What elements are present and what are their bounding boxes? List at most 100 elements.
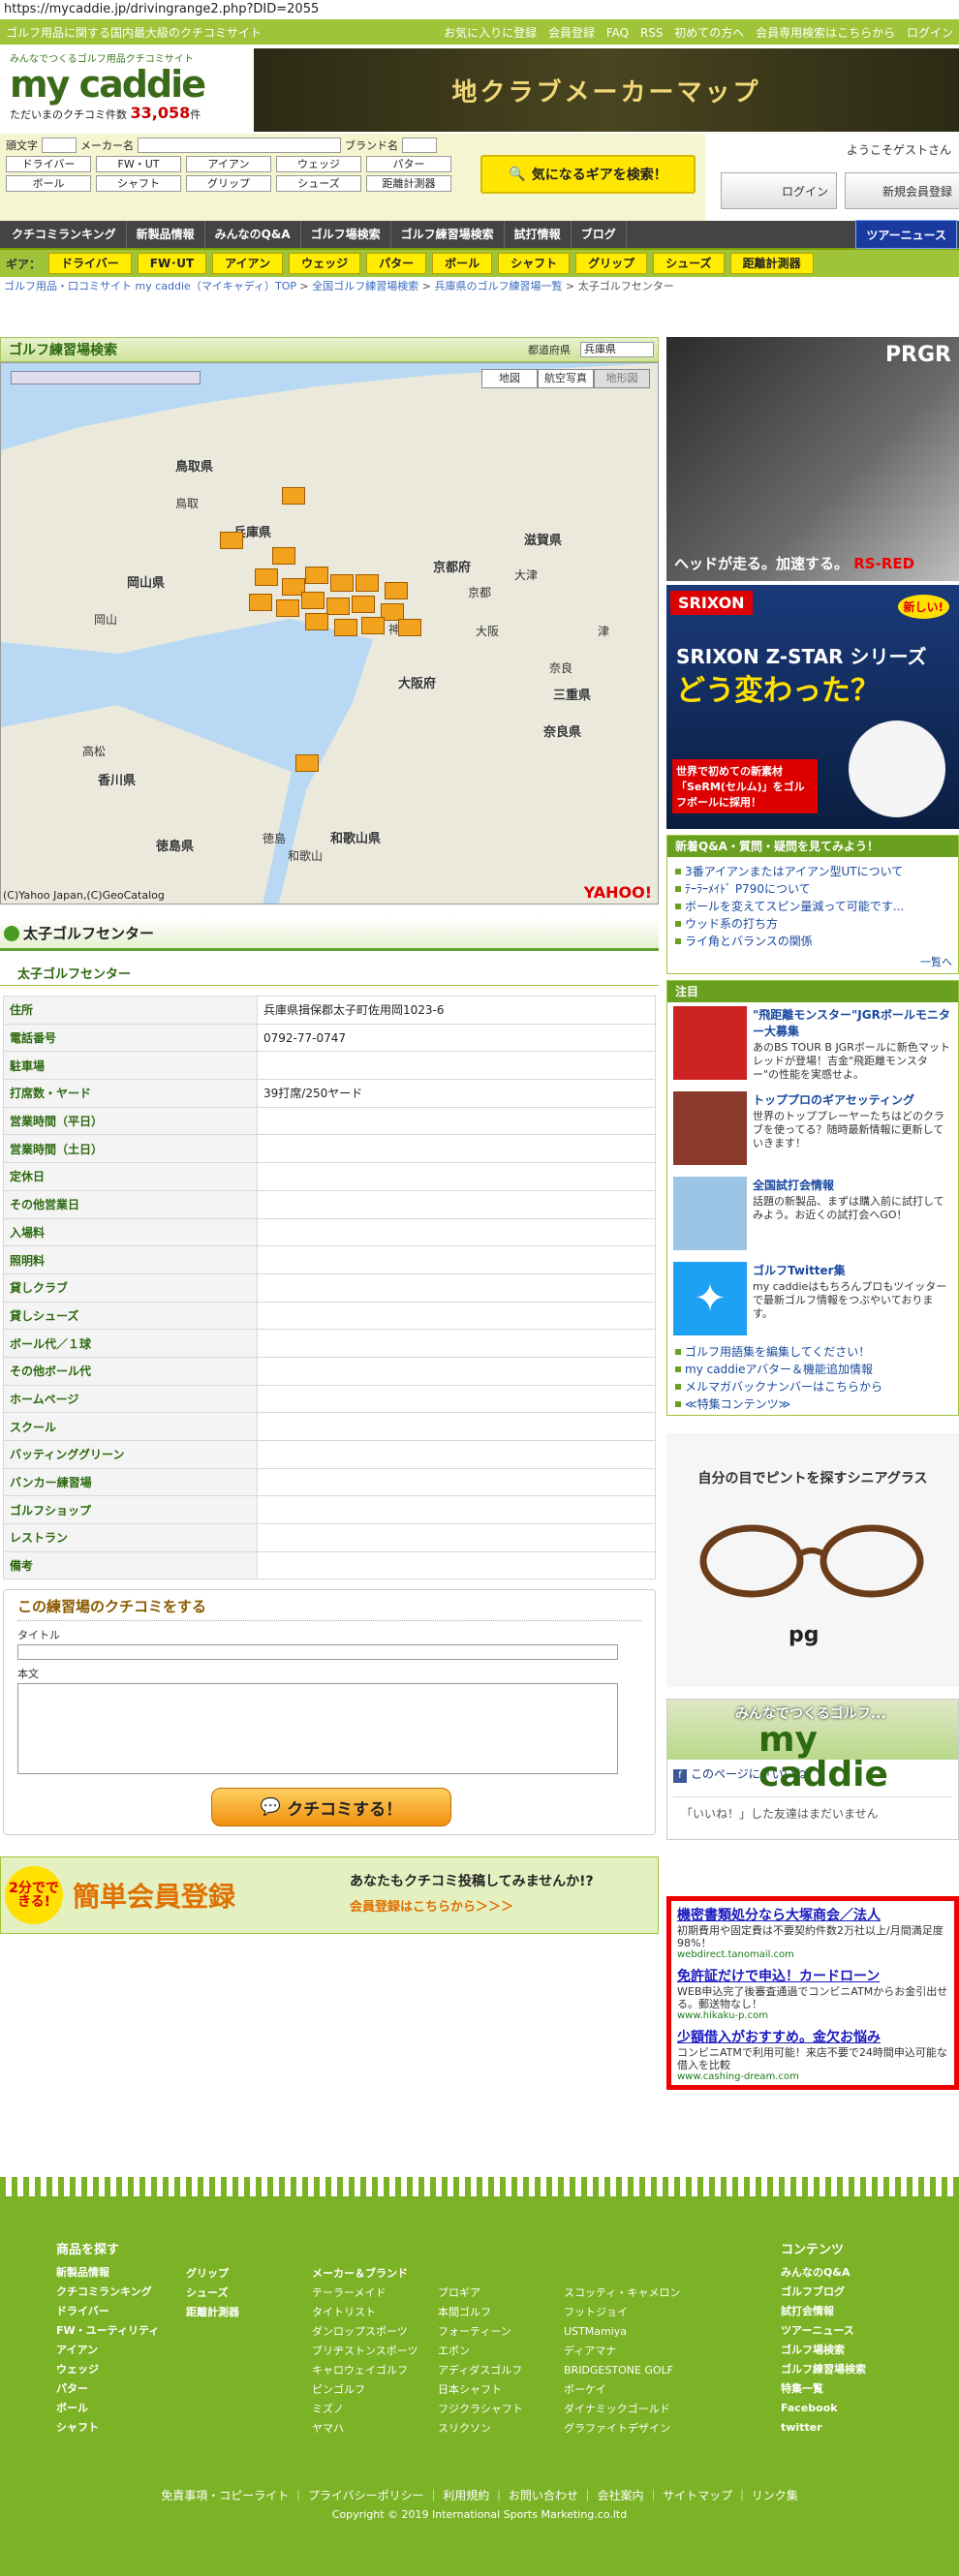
map-type-terrain[interactable]: 地形図 (594, 369, 650, 388)
map-marker[interactable] (301, 592, 325, 609)
submit-review-button[interactable]: 💬 クチコミする！ (211, 1788, 451, 1827)
footer-goods-link[interactable]: グリップ (186, 2264, 239, 2284)
footer-maker-link[interactable]: グラファイトデザイン (564, 2419, 699, 2438)
footer-maker-link[interactable]: スコッティ・キャメロン (564, 2284, 699, 2303)
add-favorite-link[interactable]: お気に入りに登録 (444, 26, 537, 40)
gear-shaft[interactable]: シャフト (498, 253, 571, 274)
footer-maker-link[interactable]: BRIDGESTONE GOLF (564, 2361, 699, 2380)
search-rangefinder-button[interactable]: 距離計測器 (366, 175, 451, 192)
map-marker[interactable] (272, 547, 295, 565)
nav-review-ranking[interactable]: クチコミランキング (2, 220, 127, 249)
footer-contents-link[interactable]: ツアーニュース (781, 2321, 866, 2341)
nav-course-search[interactable]: ゴルフ場検索 (301, 220, 391, 249)
side-link[interactable]: ゴルフ用語集を編集してください！ (675, 1343, 950, 1361)
text-ad-url[interactable]: webdirect.tanomail.com (677, 1949, 948, 1960)
breadcrumb-top[interactable]: ゴルフ用品・口コミサイト my caddie（マイキャディ）TOP (4, 280, 296, 292)
footer-maker-link[interactable]: スリクソン (438, 2419, 564, 2438)
map-marker[interactable] (326, 598, 350, 615)
gear-rangefinder[interactable]: 距離計測器 (729, 253, 814, 274)
footer-contents-link[interactable]: ゴルフ練習場検索 (781, 2360, 866, 2379)
text-ad[interactable]: 機密書類処分なら大塚商会／法人 初期費用や固定費は不要契約件数2万社以上/月間満足… (677, 1905, 948, 1960)
footer-maker-link[interactable]: フットジョイ (564, 2303, 699, 2322)
map-marker[interactable] (295, 754, 319, 772)
footer-links[interactable]: 免責事項・コピーライト ｜ プライバシーポリシー ｜ 利用規約 ｜ お問い合わせ… (0, 2487, 959, 2503)
footer-maker-title[interactable]: メーカー＆ブランド (312, 2264, 699, 2284)
footer-maker-link[interactable]: ディアマナ (564, 2342, 699, 2361)
featured-item[interactable]: トッププロのギアセッティング 世界のトッププレーヤーたちはどのクラブを使ってる？随… (667, 1088, 958, 1173)
map-marker[interactable] (334, 619, 357, 636)
register-banner[interactable]: 2分でできる! 簡単会員登録 あなたもクチコミ投稿してみませんか!? 会員登録は… (0, 1856, 659, 1935)
search-wedge-button[interactable]: ウェッジ (276, 156, 361, 172)
gear-iron[interactable]: アイアン (212, 253, 284, 274)
search-shaft-button[interactable]: シャフト (96, 175, 181, 192)
search-fwut-button[interactable]: FW・UT (96, 156, 181, 172)
map-marker[interactable] (282, 487, 305, 505)
gear-grip[interactable]: グリップ (575, 253, 648, 274)
text-ad[interactable]: 免許証だけで申込！カードローン WEB申込完了後審査通過でコンビニATMからお金引… (677, 1966, 948, 2021)
gear-wedge[interactable]: ウェッジ (289, 253, 361, 274)
review-title-input[interactable] (17, 1644, 618, 1661)
qa-item[interactable]: ﾃｰﾗｰﾒｲﾄﾞ P790について (675, 880, 950, 898)
footer-contents-link[interactable]: 試打会情報 (781, 2302, 866, 2321)
site-logo[interactable]: みんなでつくるゴルフ用品クチコミサイト my caddie ただいまのクチコミ件… (0, 45, 252, 134)
map-marker[interactable] (352, 596, 375, 613)
footer-maker-link[interactable]: ブリヂストンスポーツ (312, 2342, 438, 2361)
breadcrumb-range-search[interactable]: 全国ゴルフ練習場検索 (312, 280, 418, 292)
nav-range-search[interactable]: ゴルフ練習場検索 (391, 220, 505, 249)
address-bar[interactable]: https://mycaddie.jp/drivingrange2.php?DI… (0, 0, 959, 19)
search-shoes-button[interactable]: シューズ (276, 175, 361, 192)
review-body-textarea[interactable] (17, 1683, 618, 1775)
footer-contents-link[interactable]: 特集一覧 (781, 2379, 866, 2399)
footer-goods-link[interactable]: クチコミランキング (56, 2283, 159, 2302)
side-link[interactable]: my caddieアバター＆機能追加情報 (675, 1361, 950, 1378)
maker-select[interactable] (138, 138, 341, 153)
side-link[interactable]: メルマガバックナンバーはこちらから (675, 1378, 950, 1395)
footer-maker-link[interactable]: USTMamiya (564, 2322, 699, 2342)
footer-maker-link[interactable]: ダンロップスポーツ (312, 2322, 438, 2342)
footer-contents-link[interactable]: Facebook (781, 2399, 866, 2418)
member-register-link[interactable]: 会員登録 (548, 26, 595, 40)
footer-maker-link[interactable]: タイトリスト (312, 2303, 438, 2322)
nav-new-products[interactable]: 新製品情報 (127, 220, 205, 249)
qa-item[interactable]: ウッド系の打ち方 (675, 915, 950, 933)
footer-maker-link[interactable]: キャロウェイゴルフ (312, 2361, 438, 2380)
footer-goods-link[interactable]: 新製品情報 (56, 2263, 159, 2283)
nav-qa[interactable]: みんなのQ&A (205, 220, 301, 249)
footer-maker-link[interactable]: 本間ゴルフ (438, 2303, 564, 2322)
footer-contents-link[interactable]: ゴルフブログ (781, 2283, 866, 2302)
footer-goods-link[interactable]: シューズ (186, 2284, 239, 2303)
map-marker[interactable] (356, 574, 379, 592)
gear-putter[interactable]: パター (366, 253, 427, 274)
footer-contents-link[interactable]: ゴルフ場検索 (781, 2341, 866, 2360)
prgr-ad[interactable]: PRGR ヘッドが走る。加速する。 RS-RED (666, 337, 959, 581)
footer-goods-link[interactable]: ボール (56, 2399, 159, 2418)
map-marker[interactable] (249, 594, 272, 611)
footer-contents-link[interactable]: twitter (781, 2418, 866, 2438)
featured-item-title[interactable]: 全国試打会情報 (753, 1177, 952, 1193)
map-marker[interactable] (276, 599, 299, 617)
facebook-cover[interactable]: みんなでつくるゴルフ... my caddie (667, 1700, 958, 1793)
side-link[interactable]: ≪特集コンテンツ≫ (675, 1395, 950, 1413)
footer-maker-link[interactable]: 日本シャフト (438, 2380, 564, 2400)
nav-trial-info[interactable]: 試打情報 (505, 220, 572, 249)
map-marker[interactable] (330, 574, 354, 592)
qa-item[interactable]: ボールを変えてスピン量減って可能です... (675, 898, 950, 915)
footer-maker-link[interactable]: ダイナミックゴールド (564, 2400, 699, 2419)
map-marker[interactable] (305, 613, 328, 630)
footer-maker-link[interactable]: ヤマハ (312, 2419, 438, 2438)
featured-item[interactable]: ✦ ゴルフTwitter集 my caddieはもちろんプロもツイッターで最新ゴル… (667, 1258, 958, 1343)
footer-goods-link[interactable]: ドライバー (56, 2302, 159, 2321)
featured-item[interactable]: 全国試打会情報 話題の新製品、まずは購入前に試打してみよう。お近くの試打会へGO！ (667, 1173, 958, 1258)
footer-maker-link[interactable]: フジクラシャフト (438, 2400, 564, 2419)
search-iron-button[interactable]: アイアン (186, 156, 271, 172)
map-type-aerial[interactable]: 航空写真 (538, 369, 594, 388)
brand-select[interactable] (402, 138, 437, 153)
gear-ball[interactable]: ボール (432, 253, 493, 274)
text-ad-url[interactable]: www.hikaku-p.com (677, 2010, 948, 2021)
footer-goods-link[interactable]: アイアン (56, 2341, 159, 2360)
zoom-slider[interactable] (11, 371, 201, 384)
footer-maker-link[interactable]: エポン (438, 2342, 564, 2361)
map-marker[interactable] (255, 568, 278, 586)
srixon-ad[interactable]: SRIXON 新しい! SRIXON Z-STAR シリーズ どう変わった？ 世… (666, 585, 959, 829)
footer-maker-link[interactable]: ボーケイ (564, 2380, 699, 2400)
